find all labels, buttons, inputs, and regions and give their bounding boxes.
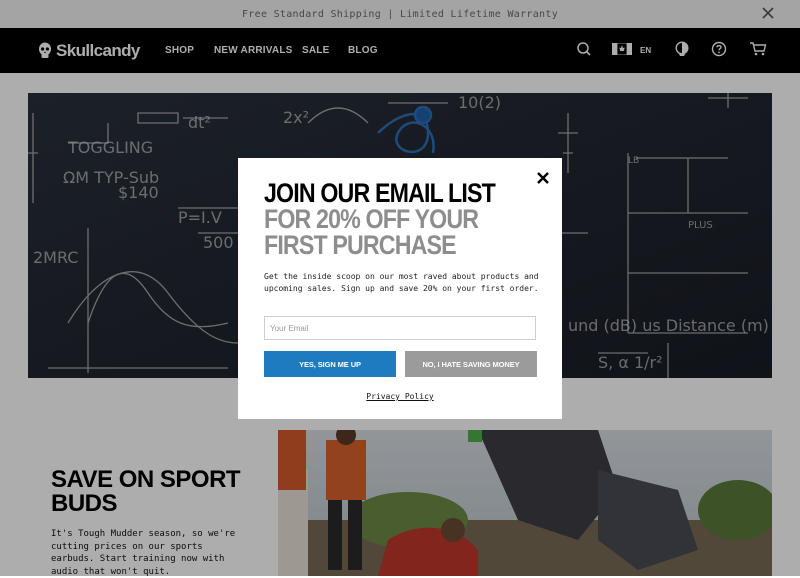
modal-subhead-line2: FIRST PURCHASE bbox=[264, 230, 457, 260]
modal-subhead-line1: FOR 20% OFF YOUR bbox=[264, 204, 479, 234]
sign-up-button[interactable]: YES, SIGN ME UP bbox=[264, 351, 396, 377]
modal-subhead: FOR 20% OFF YOUR FIRST PURCHASE bbox=[264, 204, 479, 260]
email-signup-modal: JOIN OUR EMAIL LIST FOR 20% OFF YOUR FIR… bbox=[238, 158, 562, 419]
privacy-policy-link[interactable]: Privacy Policy bbox=[238, 392, 562, 401]
modal-headline: JOIN OUR EMAIL LIST bbox=[264, 178, 496, 208]
email-input[interactable] bbox=[264, 316, 536, 340]
modal-close-icon[interactable] bbox=[537, 172, 549, 184]
decline-button[interactable]: NO, I HATE SAVING MONEY bbox=[405, 351, 537, 377]
modal-body: Get the inside scoop on our most raved a… bbox=[264, 272, 539, 293]
